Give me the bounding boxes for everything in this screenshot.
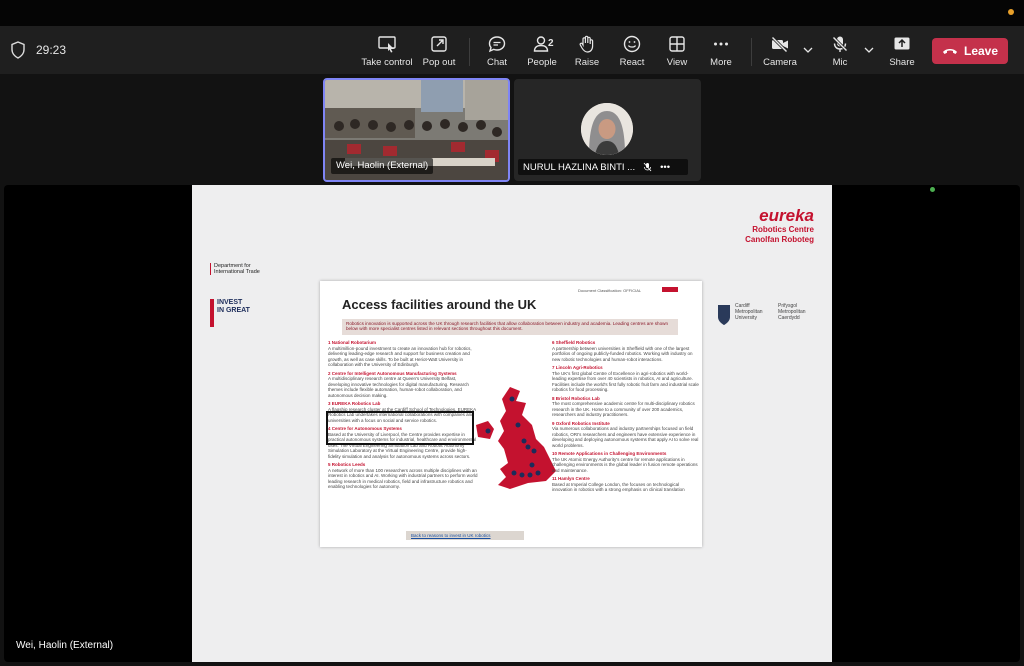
centre-text: A multimillion-pound investment to creat… bbox=[328, 345, 472, 368]
presenter-name: Wei, Haolin (External) bbox=[16, 640, 114, 651]
right-centres-column: 6 Sheffield Robotics A partnership betwe… bbox=[552, 337, 700, 493]
view-label: View bbox=[666, 57, 688, 68]
highlight-box bbox=[326, 411, 474, 445]
grid-view-icon bbox=[669, 36, 685, 52]
classification-badge bbox=[662, 287, 678, 292]
mic-options-chevron-icon[interactable] bbox=[864, 46, 874, 54]
mic-label: Mic bbox=[832, 57, 848, 68]
chat-label: Chat bbox=[486, 57, 508, 68]
leave-button[interactable]: Leave bbox=[932, 38, 1008, 64]
centre-text: The UK Atomic Energy Authority's centre … bbox=[552, 456, 698, 473]
cardiff-met-logo: Cardiff Metropolitan University Prifysgo… bbox=[716, 303, 826, 327]
invest-in-great-logo: INVEST IN GREAT bbox=[210, 299, 250, 327]
share-icon bbox=[894, 37, 910, 50]
centre-text: A multidisciplinary research centre at Q… bbox=[328, 376, 469, 398]
centre-text: The UK's first global Centre of Excellen… bbox=[552, 370, 699, 393]
hand-icon bbox=[579, 35, 594, 53]
share-label: Share bbox=[889, 57, 915, 68]
participant-count: 2 bbox=[548, 38, 554, 49]
camera-button[interactable]: Camera bbox=[754, 34, 806, 70]
avatar bbox=[581, 103, 633, 155]
cardiff-text-en: Cardiff Metropolitan University bbox=[735, 303, 763, 321]
participant-tile-video[interactable]: Wei, Haolin (External) bbox=[323, 78, 510, 182]
participant-more-icon[interactable]: ••• bbox=[660, 162, 670, 173]
take-control-icon bbox=[378, 36, 396, 53]
dit-logo-text: Department for International Trade bbox=[214, 263, 260, 275]
leave-label: Leave bbox=[963, 44, 999, 58]
mic-off-icon bbox=[831, 35, 849, 53]
more-label: More bbox=[710, 57, 732, 68]
take-control-button[interactable]: Take control bbox=[361, 34, 413, 70]
eureka-subtitle-cy: Canolfan Roboteg bbox=[745, 235, 814, 244]
document-classification: Document Classification: OFFICIAL bbox=[578, 288, 642, 293]
raise-label: Raise bbox=[574, 57, 600, 68]
camera-options-chevron-icon[interactable] bbox=[803, 46, 813, 54]
people-label: People bbox=[527, 57, 557, 68]
back-to-reasons-link[interactable]: Back to reasons to invest in UK robotics bbox=[406, 531, 524, 540]
pop-out-label: Pop out bbox=[422, 57, 456, 68]
toolbar-separator bbox=[751, 38, 752, 66]
centre-text: The most comprehensive academic centre f… bbox=[552, 401, 695, 417]
eureka-subtitle-en: Robotics Centre bbox=[752, 225, 814, 234]
dit-logo: Department for International Trade bbox=[210, 263, 272, 275]
mic-button[interactable]: Mic bbox=[814, 34, 866, 70]
react-label: React bbox=[619, 57, 645, 68]
document-intro: Robotics innovation is supported across … bbox=[342, 319, 678, 335]
hang-up-icon bbox=[942, 49, 957, 54]
centre-text: A network of more than 100 researchers a… bbox=[328, 467, 478, 490]
take-control-label: Take control bbox=[361, 57, 413, 68]
crest-icon bbox=[718, 305, 730, 325]
participant-name: Wei, Haolin (External) bbox=[331, 158, 434, 174]
camera-label: Camera bbox=[763, 57, 797, 68]
document-page: Document Classification: OFFICIAL Access… bbox=[320, 281, 702, 547]
cardiff-text-cy: Prifysgol Metropolitan Caerdydd bbox=[778, 303, 806, 321]
participant-tile-avatar[interactable]: NURUL HAZLINA BINTI ... ••• bbox=[514, 79, 701, 181]
more-button[interactable]: More bbox=[695, 34, 747, 70]
smiley-icon bbox=[623, 35, 641, 53]
camera-off-icon bbox=[770, 35, 789, 54]
meeting-timer: 29:23 bbox=[36, 43, 67, 57]
chat-icon bbox=[488, 36, 506, 53]
share-button[interactable]: Share bbox=[876, 34, 928, 70]
pop-out-button[interactable]: Pop out bbox=[413, 34, 465, 70]
participant-name: NURUL HAZLINA BINTI ... bbox=[523, 161, 636, 173]
shield-icon bbox=[11, 41, 25, 59]
profile-photo bbox=[581, 103, 633, 155]
centre-text: Based at Imperial College London, the fo… bbox=[552, 481, 685, 493]
centre-text: Via numerous collaborations and industry… bbox=[552, 426, 699, 448]
pop-out-icon bbox=[431, 36, 447, 52]
window-top-strip bbox=[0, 0, 1024, 26]
eureka-title: eureka bbox=[759, 206, 814, 225]
toolbar-separator bbox=[469, 38, 470, 66]
centre-text: A partnership between universities in Sh… bbox=[552, 345, 693, 362]
recording-indicator bbox=[1008, 9, 1014, 15]
more-icon bbox=[714, 42, 728, 46]
muted-mic-icon bbox=[643, 162, 652, 172]
invest-logo-text: INVEST IN GREAT bbox=[217, 299, 250, 314]
participant-name-bar: NURUL HAZLINA BINTI ... ••• bbox=[518, 159, 688, 175]
uk-map bbox=[476, 387, 556, 489]
eureka-logo: eureka Robotics Centre Canolfan Roboteg bbox=[745, 207, 814, 245]
speaking-indicator bbox=[930, 187, 935, 192]
meeting-toolbar: 29:23 Take control Pop out Chat People R… bbox=[0, 26, 1024, 74]
document-title: Access facilities around the UK bbox=[342, 297, 537, 312]
shared-slide: eureka Robotics Centre Canolfan Roboteg … bbox=[192, 185, 832, 662]
